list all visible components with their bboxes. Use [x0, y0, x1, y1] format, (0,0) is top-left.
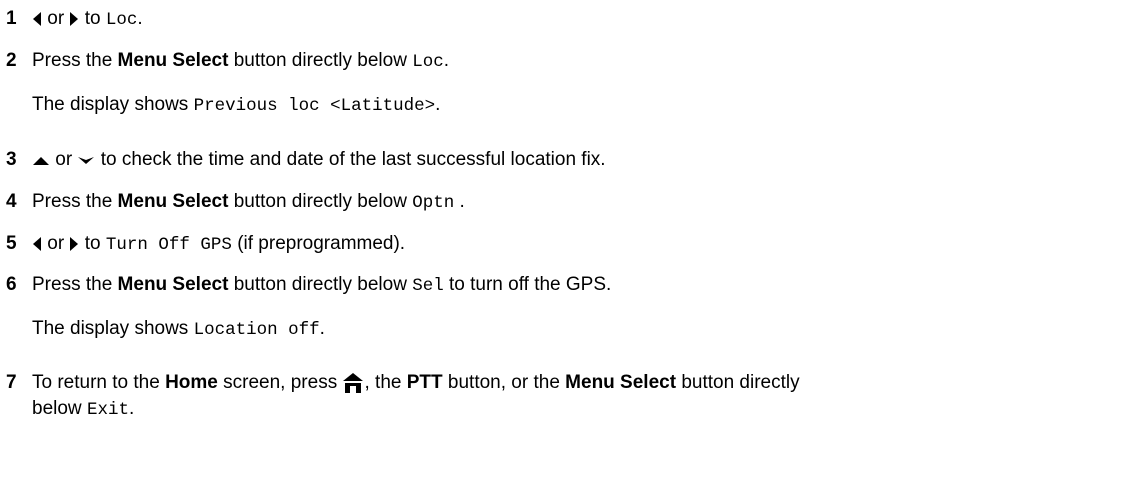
down-arrow-icon [77, 154, 95, 166]
right-arrow-icon [69, 11, 79, 27]
up-arrow-icon [32, 154, 50, 166]
step-number: 4 [6, 191, 17, 212]
instruction-page: 1 or to Loc. 2 Press the Menu Select but… [6, 8, 800, 420]
left-arrow-icon [32, 236, 42, 252]
right-arrow-icon [69, 236, 79, 252]
left-arrow-icon [32, 11, 42, 27]
step-number: 5 [6, 233, 17, 254]
step-number: 3 [6, 149, 17, 170]
step-number: 6 [6, 274, 17, 295]
step-number: 2 [6, 50, 17, 71]
step-number: 7 [6, 372, 17, 393]
step-number: 1 [6, 8, 17, 29]
home-icon [342, 372, 364, 394]
